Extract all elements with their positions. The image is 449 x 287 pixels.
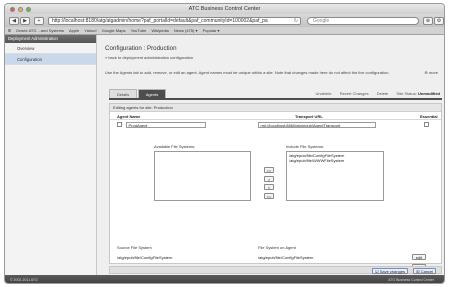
address-bar[interactable]: http://localhost:8180/atg/atgadmin/home?… [48,16,301,25]
header-divider [110,119,441,120]
source-file-system-header: Source File System [117,245,152,250]
app-content: Deployment Administration Overview Confi… [5,35,444,283]
window-title: ATC Business Control Center [188,6,261,12]
title-bar: ATC Business Control Center [5,4,444,14]
nav-item-overview[interactable]: Overview [5,43,96,54]
zoom-window-button[interactable] [26,6,31,12]
reload-icon[interactable]: ↻ [294,18,298,24]
include-file-systems-label: Include File Systems: [286,144,325,149]
bookmark-youtube[interactable]: YouTube [131,28,147,33]
tab-divider [109,98,442,100]
back-link[interactable]: « back to deployment administration conf… [105,55,193,60]
include-file-systems-list[interactable]: /atg/epub/file/ConfigFileSystem /atg/epu… [286,151,384,201]
bookmark-google-maps[interactable]: Google Maps [102,28,126,33]
minimize-window-button[interactable] [18,6,23,12]
move-all-left-button[interactable]: << [264,193,274,199]
select-agent-checkbox[interactable] [117,122,122,127]
page-title: Configuration : Production [105,45,177,52]
browser-window: ATC Business Control Center ◀ ▶ + http:/… [4,3,445,284]
move-right-button[interactable]: > [264,176,274,182]
source-path-1: /atg/epub/file/ConfigFileSystem [117,255,173,260]
nav-header: Deployment Administration [5,35,96,43]
tab-agents[interactable]: Agents [138,89,166,98]
site-actions: Undelete Revert Changes Delete Site Stat… [309,91,440,96]
transport-url-field[interactable]: rmi://localhost:8860/atg/epub/AgentTrans… [258,121,376,128]
bookmark-apple[interactable]: Apple [69,28,79,33]
agent-path-1: /atg/epub/file/ConfigFileSystem [258,255,314,260]
main-area: Configuration : Production « back to dep… [105,35,442,275]
app-name-footer: ATG Business Control Center [388,278,434,282]
bookmarks-grid-icon[interactable]: Ⅲ [8,28,11,33]
revert-changes-button[interactable]: Revert Changes [340,91,369,96]
settings-gear-icon[interactable]: ⚙ [434,16,444,25]
url-text: http://localhost:8180/atg/atgadmin/home?… [52,17,268,24]
window-controls [10,6,31,12]
left-navigation: Deployment Administration Overview Confi… [5,35,97,275]
close-window-button[interactable] [10,6,15,12]
available-file-systems-list[interactable] [154,151,251,201]
status-bar: © 2002-2011 ATG ATG Business Control Cen… [5,275,444,283]
site-status-label: Site Status: [396,91,417,96]
bookmark-yahoo[interactable]: Yahoo! [84,28,96,33]
edit-mapping-1-button[interactable]: edit [412,254,426,260]
essential-checkbox[interactable] [424,122,429,127]
agent-name-field[interactable]: ProdAgent [126,121,206,128]
back-button[interactable]: ◀ [9,16,19,25]
help-text: Use the Agents tab to add, remove, or ed… [105,70,442,75]
save-changes-button[interactable]: ☑ Save changes [372,268,409,274]
bookmark-news[interactable]: News (475) ▾ [174,28,198,33]
move-left-button[interactable]: < [264,184,274,190]
add-bookmark-button[interactable]: + [34,16,44,25]
copyright-text: © 2002-2011 ATG [10,278,38,282]
cancel-button[interactable]: ☒ Cancel [413,268,437,274]
page-menu-icon[interactable]: ⊕ [423,16,433,25]
bookmark-popular[interactable]: Popular ▾ [203,28,220,33]
tab-details[interactable]: Details [109,89,137,98]
footer-actions: ☑ Save changes ☒ Cancel [109,266,442,274]
nav-item-configuration[interactable]: Configuration [5,54,96,65]
agent-file-system-header: File System on Agent [258,245,296,250]
move-all-right-button[interactable]: >> [264,167,274,173]
save-changes-label: Save changes [379,269,406,274]
browser-toolbar: ◀ ▶ + http://localhost:8180/atg/atgadmin… [5,14,444,27]
delete-button[interactable]: Delete [377,91,389,96]
cancel-label: Cancel [420,269,434,274]
undelete-button[interactable]: Undelete [316,91,332,96]
panel-header: Editing agents for site: Production [110,104,441,112]
site-status-value: Unmodified [418,91,440,96]
forward-button[interactable]: ▶ [20,16,30,25]
bookmark-wikipedia[interactable]: Wikipedia [151,28,168,33]
bookmark-oracle[interactable]: Oracle ATG ...and Systems [16,28,64,33]
tab-bar: Details Agents [109,89,166,98]
bookmarks-bar: Ⅲ Oracle ATG ...and Systems Apple Yahoo!… [5,27,444,35]
include-list-item[interactable]: /atg/epub/file/WWWFileSystem [289,158,381,163]
more-link[interactable]: ⊕ more [424,70,438,75]
available-file-systems-label: Available File Systems: [154,144,196,149]
agents-panel: Editing agents for site: Production Agen… [109,103,442,270]
search-input[interactable]: Google [307,16,419,25]
help-message: Use the Agents tab to add, remove, or ed… [105,70,390,75]
